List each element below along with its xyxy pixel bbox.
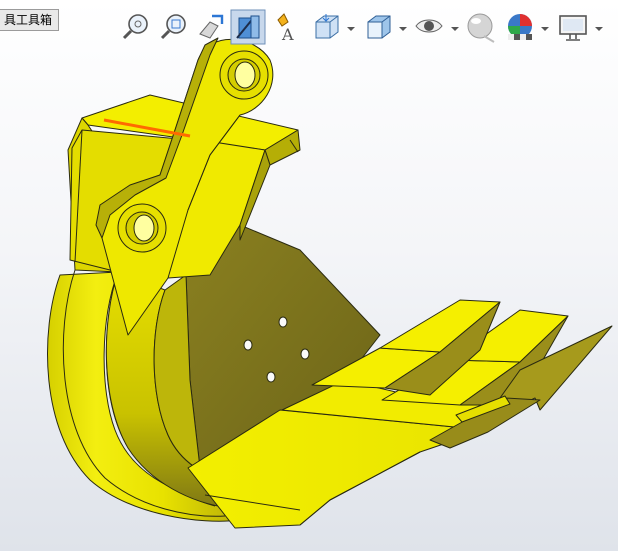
bolt-hole-4 (266, 371, 276, 383)
annotation-icon[interactable]: A (277, 13, 294, 44)
bolt-hole-2 (243, 339, 253, 351)
section-view-icon[interactable] (230, 9, 266, 45)
svg-text:A: A (281, 25, 294, 44)
chevron-down-icon[interactable] (595, 27, 603, 31)
bolt-hole-3 (300, 348, 310, 360)
zoom-area-icon[interactable] (160, 14, 186, 40)
previous-view-icon[interactable] (199, 14, 224, 39)
heads-up-view-toolbar: A (0, 0, 618, 50)
monitor-icon[interactable] (559, 15, 587, 41)
upper-pin-hole (234, 61, 256, 89)
lower-pin-hole (133, 214, 155, 242)
chevron-down-icon[interactable] (541, 27, 549, 31)
chevron-down-icon[interactable] (399, 27, 407, 31)
chevron-down-icon[interactable] (347, 27, 355, 31)
bolt-hole-1 (278, 316, 288, 328)
graphics-viewport[interactable] (0, 0, 618, 551)
eye-icon[interactable] (415, 19, 443, 33)
appearance-sphere-icon[interactable] (467, 13, 495, 43)
display-style-icon[interactable] (367, 15, 391, 39)
chevron-down-icon[interactable] (451, 27, 459, 31)
excavator-bucket-model[interactable] (47, 37, 613, 529)
zoom-fit-icon[interactable] (122, 14, 148, 40)
scene-icon[interactable] (508, 14, 532, 40)
view-orientation-icon[interactable] (315, 14, 339, 39)
